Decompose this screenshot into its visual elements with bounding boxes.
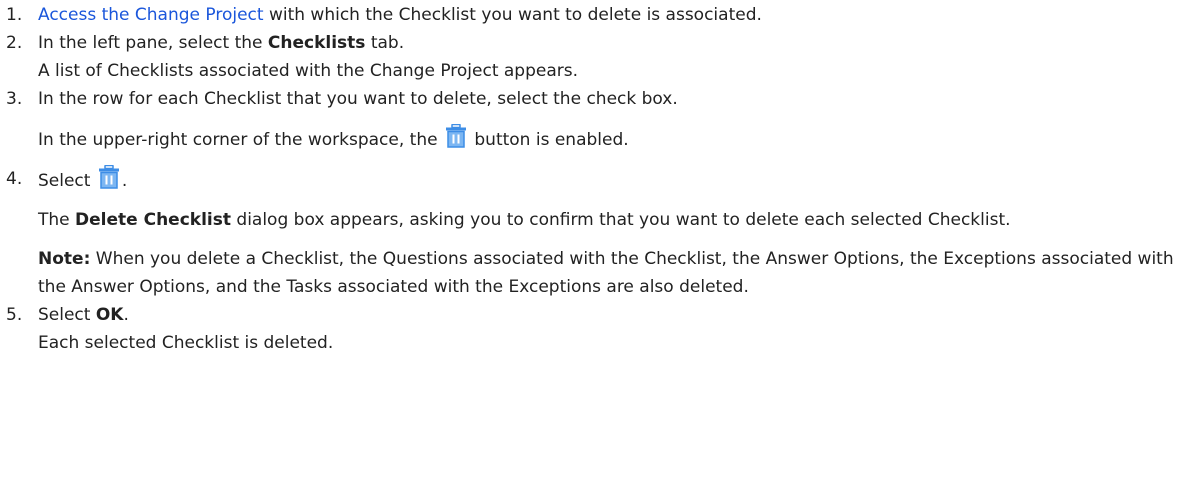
step-result: A list of Checklists associated with the… [38,61,579,81]
step-instruction: In the left pane, select the Checklists … [38,29,1194,57]
step-3: 3. In the row for each Checklist that yo… [0,85,1194,154]
step-result: The Delete Checklist dialog box appears,… [38,206,1178,234]
step-result: Each selected Checklist is deleted. [38,333,334,353]
step-1: 1. Access the Change Project with which … [0,1,1194,29]
access-change-project-link[interactable]: Access the Change Project [38,5,264,25]
step-text: button is enabled. [468,130,629,150]
step-text: Select [38,171,96,191]
step-number: 3. [6,89,23,109]
step-instruction: Select OK. [38,301,1194,329]
checklists-tab-label: Checklists [267,33,366,53]
step-number: 5. [6,305,23,325]
step-4: 4. Select . The Delete Checklist dialog … [0,165,1194,301]
step-text: The [38,210,76,230]
note-text: When you delete a Checklist, the Questio… [38,249,1174,297]
note-label: Note: [38,249,91,269]
step-text: with which the Checklist you want to del… [263,5,762,25]
step-5: 5. Select OK. Each selected Checklist is… [0,301,1194,357]
step-instruction: In the row for each Checklist that you w… [38,89,678,109]
step-text: dialog box appears, asking you to confir… [231,210,1011,230]
step-instruction: Access the Change Project with which the… [38,1,1194,29]
step-instruction: Select . [38,165,1194,195]
step-number: 4. [6,169,23,189]
step-text: Select [38,305,96,325]
procedure-steps: 1. Access the Change Project with which … [0,1,1194,357]
ok-label: OK [95,305,124,325]
step-text: In the left pane, select the [38,33,268,53]
step-text: . [123,305,129,325]
step-2: 2. In the left pane, select the Checklis… [0,29,1194,85]
step-text: . [121,171,128,191]
step-number: 1. [6,5,23,25]
step-result: In the upper-right corner of the workspa… [38,124,1194,154]
trash-icon [98,165,119,189]
step-text: In the upper-right corner of the workspa… [38,130,443,150]
delete-checklist-dialog-label: Delete Checklist [75,210,231,230]
step-text: tab. [365,33,405,53]
trash-icon [445,124,466,148]
step-note: Note: When you delete a Checklist, the Q… [38,245,1178,301]
step-number: 2. [6,33,23,53]
